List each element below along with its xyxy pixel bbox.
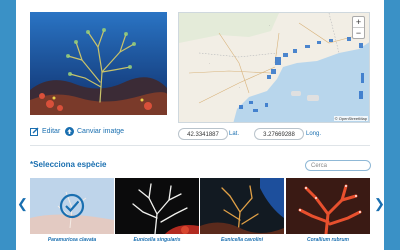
longitude-label: Long. (306, 131, 322, 137)
location-map[interactable]: · · · + − © OpenStreetMap (178, 12, 370, 123)
species-name: Eunicella singularis (133, 237, 181, 243)
species-card-corallium-rubrum[interactable] (286, 178, 370, 234)
section-divider (30, 145, 370, 146)
map-attribution[interactable]: © OpenStreetMap (333, 116, 368, 121)
species-section-title: *Selecciona espècie (30, 160, 107, 169)
carousel-prev-button[interactable]: ❮ (17, 197, 28, 210)
species-name: Eunicella cavolini (221, 237, 263, 243)
svg-text:·: · (209, 61, 210, 66)
edit-icon (30, 127, 39, 136)
carousel-next-button[interactable]: ❯ (374, 197, 384, 210)
species-name: Corallium rubrum (307, 237, 349, 243)
species-name: Paramuricea clavata (47, 237, 97, 243)
latitude-field[interactable]: 42.3341887 (178, 128, 228, 140)
zoom-in-button[interactable]: + (353, 17, 364, 27)
edit-label: Editar (42, 128, 61, 135)
zoom-controls: + − (352, 16, 365, 39)
species-card-eunicella-singularis[interactable] (115, 178, 199, 234)
form-card: · · · + − © OpenStreetMap Editar Canviar i… (16, 0, 384, 250)
longitude-field[interactable]: 3.27669288 (254, 128, 304, 140)
uploaded-photo (30, 12, 167, 115)
change-image-link[interactable]: Canviar imatge (65, 127, 124, 136)
edit-link[interactable]: Editar (30, 127, 60, 136)
upload-icon (65, 127, 74, 136)
species-card-eunicella-cavolini[interactable] (200, 178, 284, 234)
species-search-input[interactable]: Cerca (305, 160, 371, 171)
change-image-label: Canviar imatge (77, 128, 125, 135)
latitude-label: Lat. (229, 131, 240, 137)
svg-text:·: · (269, 23, 270, 28)
species-card-paramuricea-clavata[interactable] (30, 178, 114, 234)
svg-text:·: · (239, 85, 240, 90)
zoom-out-button[interactable]: − (353, 27, 364, 38)
